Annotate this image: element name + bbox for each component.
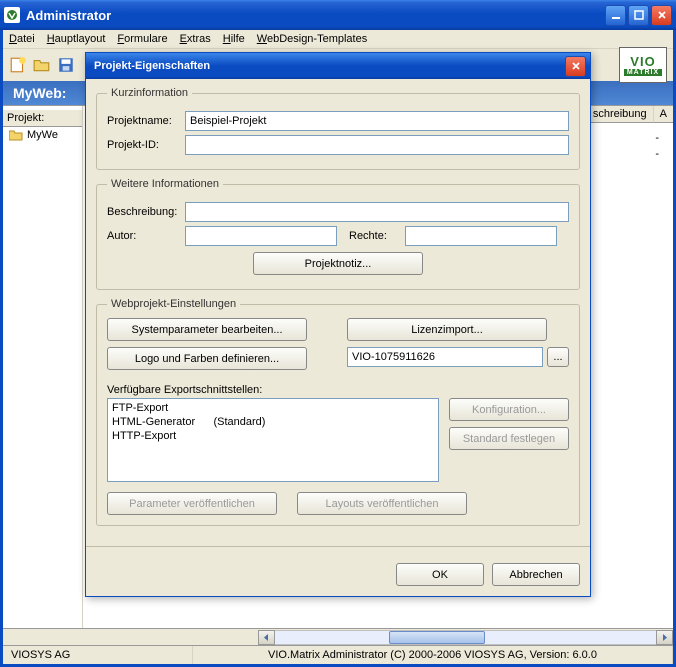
author-label: Autor: bbox=[107, 230, 185, 242]
rights-input[interactable] bbox=[405, 226, 557, 246]
export-list-label: Verfügbare Exportschnittstellen: bbox=[107, 384, 569, 396]
rights-label: Rechte: bbox=[349, 230, 405, 242]
save-icon[interactable] bbox=[57, 56, 75, 74]
menu-item[interactable]: WebDesign-Templates bbox=[257, 33, 367, 45]
cancel-button[interactable]: Abbrechen bbox=[492, 563, 580, 586]
scroll-thumb[interactable] bbox=[389, 631, 484, 644]
status-left: VIOSYS AG bbox=[3, 646, 193, 664]
open-icon[interactable] bbox=[33, 56, 51, 74]
logo-colors-button[interactable]: Logo und Farben definieren... bbox=[107, 347, 307, 370]
scroll-right-icon[interactable] bbox=[656, 630, 673, 645]
license-input[interactable] bbox=[347, 347, 543, 367]
list-item[interactable]: HTTP-Export bbox=[112, 429, 434, 443]
tree-header: Projekt: bbox=[3, 110, 82, 127]
set-standard-button: Standard festlegen bbox=[449, 427, 569, 450]
tree-item[interactable]: MyWe bbox=[3, 127, 82, 143]
publish-layouts-button: Layouts veröffentlichen bbox=[297, 492, 467, 515]
dialog-close-button[interactable] bbox=[565, 56, 586, 77]
dialog-titlebar: Projekt-Eigenschaften bbox=[86, 53, 590, 79]
project-properties-dialog: Projekt-Eigenschaften Kurzinformation Pr… bbox=[85, 52, 591, 597]
license-browse-button[interactable]: ... bbox=[547, 347, 569, 367]
description-input[interactable] bbox=[185, 202, 569, 222]
folder-icon bbox=[9, 129, 23, 141]
maximize-button[interactable] bbox=[628, 5, 649, 26]
configuration-button: Konfiguration... bbox=[449, 398, 569, 421]
publish-params-button: Parameter veröffentlichen bbox=[107, 492, 277, 515]
system-params-button[interactable]: Systemparameter bearbeiten... bbox=[107, 318, 307, 341]
minimize-button[interactable] bbox=[605, 5, 626, 26]
menu-item[interactable]: Hilfe bbox=[223, 33, 245, 45]
group-shortinfo: Kurzinformation Projektname: Projekt-ID: bbox=[96, 87, 580, 170]
menubar: Datei Hauptlayout Formulare Extras Hilfe… bbox=[3, 30, 673, 49]
projectname-input[interactable] bbox=[185, 111, 569, 131]
list-item[interactable]: HTML-Generator (Standard) bbox=[112, 415, 434, 429]
projectname-label: Projektname: bbox=[107, 115, 185, 127]
app-icon bbox=[4, 7, 20, 23]
project-note-button[interactable]: Projektnotiz... bbox=[253, 252, 423, 275]
scroll-track[interactable] bbox=[275, 630, 656, 645]
app-title: Administrator bbox=[26, 8, 605, 23]
new-icon[interactable] bbox=[9, 56, 27, 74]
dialog-title: Projekt-Eigenschaften bbox=[90, 60, 565, 72]
projectid-input[interactable] bbox=[185, 135, 569, 155]
statusbar: VIOSYS AG VIO.Matrix Administrator (C) 2… bbox=[3, 645, 673, 664]
menu-item[interactable]: Datei bbox=[9, 33, 35, 45]
scroll-left-icon[interactable] bbox=[258, 630, 275, 645]
menu-item[interactable]: Extras bbox=[180, 33, 211, 45]
projectid-label: Projekt-ID: bbox=[107, 139, 185, 151]
menu-item[interactable]: Formulare bbox=[117, 33, 167, 45]
close-button[interactable] bbox=[651, 5, 672, 26]
brand-logo: VIO MATRIX bbox=[619, 47, 667, 83]
group-moreinfo: Weitere Informationen Beschreibung: Auto… bbox=[96, 178, 580, 290]
ok-button[interactable]: OK bbox=[396, 563, 484, 586]
author-input[interactable] bbox=[185, 226, 337, 246]
list-item[interactable]: FTP-Export bbox=[112, 401, 434, 415]
description-label: Beschreibung: bbox=[107, 206, 185, 218]
column-headers: schreibung A bbox=[586, 106, 673, 123]
export-list[interactable]: FTP-Export HTML-Generator (Standard) HTT… bbox=[107, 398, 439, 482]
status-center: VIO.Matrix Administrator (C) 2000-2006 V… bbox=[193, 646, 673, 664]
license-import-button[interactable]: Lizenzimport... bbox=[347, 318, 547, 341]
horizontal-scrollbar[interactable] bbox=[3, 628, 673, 645]
main-titlebar: Administrator bbox=[0, 0, 676, 30]
menu-item[interactable]: Hauptlayout bbox=[47, 33, 106, 45]
group-websettings: Webprojekt-Einstellungen Systemparameter… bbox=[96, 298, 580, 526]
project-tree: Projekt: MyWe bbox=[3, 106, 83, 628]
